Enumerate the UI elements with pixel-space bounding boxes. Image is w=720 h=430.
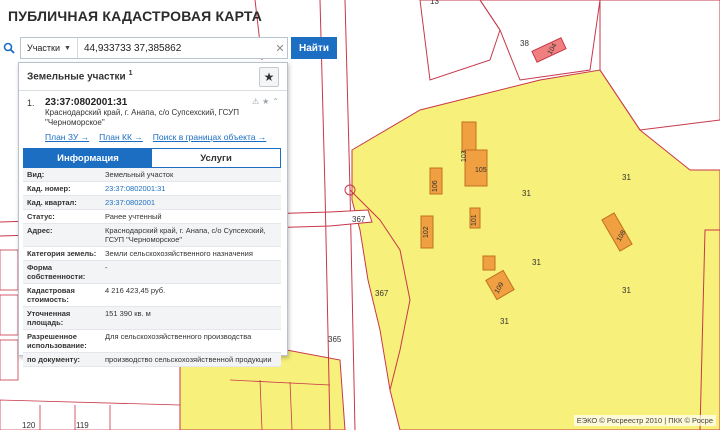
building-label-106: 106 bbox=[432, 180, 439, 192]
info-value: 23:37:0802001 bbox=[101, 195, 281, 210]
search-icon[interactable] bbox=[0, 37, 18, 59]
parcel-label-31d: 31 bbox=[622, 286, 631, 295]
favorites-button[interactable]: ★ bbox=[259, 66, 279, 87]
category-select[interactable]: Участки ▼ bbox=[21, 38, 78, 58]
info-value: 4 216 423,45 руб. bbox=[101, 283, 281, 307]
warning-icon[interactable]: ⚠ bbox=[252, 97, 259, 106]
parcel-label-367b: 367 bbox=[375, 289, 389, 298]
result-address: Краснодарский край, г. Анапа, с/о Супсех… bbox=[45, 108, 239, 127]
info-key: по документу: bbox=[23, 352, 101, 367]
info-key: Статус: bbox=[23, 209, 101, 224]
info-row-status: Статус: Ранее учтенный bbox=[23, 209, 281, 224]
info-row-ownership: Форма собственности: - bbox=[23, 260, 281, 284]
parcel-label-120: 120 bbox=[22, 421, 36, 430]
panel-header: Земельные участки 1 ★ bbox=[19, 63, 287, 91]
star-outline-icon[interactable]: ★ bbox=[262, 97, 269, 106]
parcel-label-119: 119 bbox=[76, 421, 89, 430]
info-row-permitted-use: Разрешенное использование: Для сельскохоз… bbox=[23, 329, 281, 353]
find-button[interactable]: Найти bbox=[291, 37, 337, 59]
cad-quarter-link[interactable]: 23:37:0802001 bbox=[105, 198, 155, 207]
plan-zu-link[interactable]: План ЗУ → bbox=[45, 132, 89, 142]
building-109a[interactable] bbox=[482, 255, 496, 271]
category-select-value: Участки bbox=[27, 43, 60, 53]
tab-information[interactable]: Информация bbox=[24, 149, 152, 167]
panel-title-text: Земельные участки bbox=[27, 71, 126, 83]
info-key: Кадастровая стоимость: bbox=[23, 283, 101, 307]
info-value: Для сельскохозяйственного производства bbox=[101, 329, 281, 353]
parcel-label-38: 38 bbox=[520, 39, 529, 48]
info-key: Вид: bbox=[23, 168, 101, 182]
tab-services[interactable]: Услуги bbox=[152, 149, 280, 167]
cad-number-link[interactable]: 23:37:0802001:31 bbox=[105, 184, 165, 193]
building-label-101: 101 bbox=[471, 214, 478, 226]
search-in-bounds-link[interactable]: Поиск в границах объекта → bbox=[153, 132, 267, 142]
info-value: Краснодарский край, г. Анапа, с/о Супсех… bbox=[101, 223, 281, 247]
parcel-label-31b: 31 bbox=[522, 189, 531, 198]
info-tabs: Информация Услуги bbox=[23, 148, 281, 168]
search-bar: Участки ▼ ✕ Найти bbox=[0, 36, 337, 60]
info-value: Ранее учтенный bbox=[101, 209, 281, 224]
info-key: Форма собственности: bbox=[23, 260, 101, 284]
info-value: 151 390 кв. м bbox=[101, 306, 281, 330]
chevron-down-icon: ▼ bbox=[64, 44, 71, 52]
info-value: производство сельскохозяйственной продук… bbox=[101, 352, 281, 367]
info-key: Категория земель: bbox=[23, 246, 101, 261]
parcel-label-13: 13 bbox=[430, 0, 439, 6]
map-credits: ЕЭКО © Росреестр 2010 | ПКК © Росре bbox=[573, 415, 716, 426]
info-row-by-document: по документу: производство сельскохозяйст… bbox=[23, 352, 281, 367]
info-value: Земли сельскохозяйственного назначения bbox=[101, 246, 281, 261]
parcel-label-31a: 31 bbox=[622, 173, 631, 182]
search-box: Участки ▼ ✕ bbox=[20, 37, 288, 59]
parcel-label-365: 365 bbox=[328, 335, 342, 344]
clear-icon[interactable]: ✕ bbox=[273, 42, 287, 55]
info-key: Адрес: bbox=[23, 223, 101, 247]
parcel-label-31e: 31 bbox=[500, 317, 509, 326]
parcel-label-367a: 367 bbox=[352, 215, 366, 224]
info-row-address: Адрес: Краснодарский край, г. Анапа, с/о … bbox=[23, 223, 281, 247]
building-label-105: 105 bbox=[475, 167, 487, 174]
info-row-cad-quarter: Кад. квартал: 23:37:0802001 bbox=[23, 195, 281, 210]
result-index: 1. bbox=[27, 98, 35, 108]
info-row-area: Уточненная площадь: 151 390 кв. м bbox=[23, 306, 281, 330]
info-row-cad-number: Кад. номер: 23:37:0802001:31 bbox=[23, 181, 281, 196]
info-key: Уточненная площадь: bbox=[23, 306, 101, 330]
parcel-label-31c: 31 bbox=[532, 258, 541, 267]
result-count: 1 bbox=[128, 70, 133, 78]
search-input[interactable] bbox=[77, 38, 273, 58]
building-103[interactable] bbox=[461, 121, 477, 153]
plan-kk-link[interactable]: План КК → bbox=[99, 132, 143, 142]
info-key: Кад. квартал: bbox=[23, 195, 101, 210]
info-row-land-category: Категория земель: Земли сельскохозяйствен… bbox=[23, 246, 281, 261]
result-item[interactable]: 1. 23:37:0802001:31 ⚠ ★ ⌃ Краснодарский … bbox=[19, 91, 287, 142]
panel-title: Земельные участки 1 bbox=[27, 70, 133, 82]
info-key: Разрешенное использование: bbox=[23, 329, 101, 353]
info-row-type: Вид: Земельный участок bbox=[23, 168, 281, 182]
building-label-102: 102 bbox=[423, 226, 430, 238]
building-label-103: 103 bbox=[461, 150, 468, 162]
result-actions: ⚠ ★ ⌃ bbox=[252, 97, 279, 106]
star-icon: ★ bbox=[263, 69, 275, 84]
info-table: Вид: Земельный участок Кад. номер: 23:37:0… bbox=[23, 168, 281, 367]
collapse-icon[interactable]: ⌃ bbox=[272, 97, 279, 106]
info-value: 23:37:0802001:31 bbox=[101, 181, 281, 196]
result-cadastral-number[interactable]: 23:37:0802001:31 bbox=[45, 97, 127, 108]
info-value: Земельный участок bbox=[101, 168, 281, 182]
info-key: Кад. номер: bbox=[23, 181, 101, 196]
result-links: План ЗУ → План КК → Поиск в границах объ… bbox=[45, 132, 279, 142]
page-title: ПУБЛИЧНАЯ КАДАСТРОВАЯ КАРТА bbox=[8, 8, 263, 24]
info-value: - bbox=[101, 260, 281, 284]
info-row-cad-value: Кадастровая стоимость: 4 216 423,45 руб. bbox=[23, 283, 281, 307]
result-panel: Земельные участки 1 ★ 1. 23:37:0802001:31… bbox=[18, 62, 288, 367]
